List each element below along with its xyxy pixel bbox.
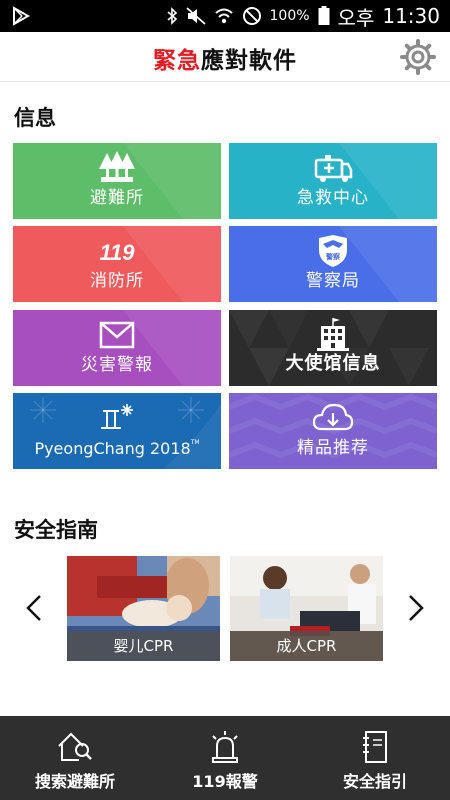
trademark-mark: TM (190, 439, 200, 446)
pyeongchang-emblem-icon (101, 404, 133, 429)
battery-percent: 100% (269, 8, 310, 24)
svg-text:119: 119 (99, 240, 135, 265)
app-title-dark: 應對軟件 (201, 48, 297, 74)
tile-featured[interactable]: 精品推荐 (229, 393, 437, 469)
status-ampm: 오후 (337, 5, 375, 30)
status-time: 11:30 (382, 4, 440, 28)
tree-icon (99, 151, 135, 182)
guide-caption: 婴儿CPR (67, 631, 220, 661)
app-title: 緊急應對軟件 (0, 41, 450, 75)
nav-search-shelter[interactable]: 搜索避難所 (0, 716, 150, 800)
tile-emergency-center[interactable]: 急救中心 (229, 143, 437, 219)
fire-119-icon: 119 (99, 240, 135, 265)
building-icon (317, 318, 349, 351)
chevron-left-icon[interactable] (20, 592, 50, 624)
mute-icon (185, 7, 206, 25)
guide-card-infant-cpr[interactable]: 婴儿CPR (67, 556, 220, 661)
no-signal-icon (242, 7, 261, 25)
nav-label: 119報警 (192, 772, 258, 791)
chevron-right-icon[interactable] (400, 592, 430, 624)
svg-text:警察: 警察 (326, 252, 341, 261)
play-store-icon (13, 6, 30, 26)
nav-119-report[interactable]: 119報警 (150, 716, 300, 800)
tile-label: PyeongChang 2018TM (13, 439, 221, 458)
tile-label: 警察局 (306, 271, 360, 291)
tile-shelter[interactable]: 避難所 (13, 143, 221, 219)
envelope-icon (99, 321, 135, 349)
bottom-nav: 搜索避難所 119報警 安全指引 (0, 716, 450, 800)
pyeongchang-label: PyeongChang 2018 (34, 439, 191, 458)
guide-caption: 成人CPR (230, 631, 383, 661)
police-badge-icon: 警察 (319, 235, 347, 267)
gear-icon[interactable] (400, 39, 436, 75)
guide-card-adult-cpr[interactable]: 成人CPR (230, 556, 383, 661)
tile-embassy-info[interactable]: 大使馆信息 (229, 310, 437, 386)
tile-label: 避難所 (90, 188, 144, 208)
status-bar: 100% 오후 11:30 (0, 0, 450, 32)
tile-label: 大使馆信息 (285, 353, 381, 374)
section-title-guide: 安全指南 (14, 518, 98, 542)
nav-label: 搜索避難所 (34, 772, 115, 791)
section-title-info: 信息 (14, 106, 56, 130)
battery-icon (318, 6, 330, 25)
siren-icon (212, 731, 238, 763)
house-search-icon (58, 732, 92, 761)
app-title-red: 緊急 (153, 48, 201, 74)
tile-fire-station[interactable]: 119 消防所 (13, 226, 221, 302)
bluetooth-icon (166, 7, 177, 25)
tile-label: 精品推荐 (297, 438, 369, 458)
tile-label: 災害警報 (81, 355, 153, 375)
tile-pyeongchang[interactable]: PyeongChang 2018TM (13, 393, 221, 469)
tile-label: 急救中心 (297, 188, 369, 208)
ambulance-icon (314, 155, 353, 182)
nav-safety-guide[interactable]: 安全指引 (300, 716, 450, 800)
app-header: 緊急應對軟件 (0, 32, 450, 82)
tile-police[interactable]: 警察 警察局 (229, 226, 437, 302)
nav-label: 安全指引 (342, 772, 407, 791)
cloud-download-icon (312, 403, 354, 431)
tile-disaster-alert[interactable]: 災害警報 (13, 310, 221, 386)
notebook-icon (363, 731, 387, 763)
wifi-icon (214, 8, 233, 24)
tile-label: 消防所 (90, 271, 144, 291)
